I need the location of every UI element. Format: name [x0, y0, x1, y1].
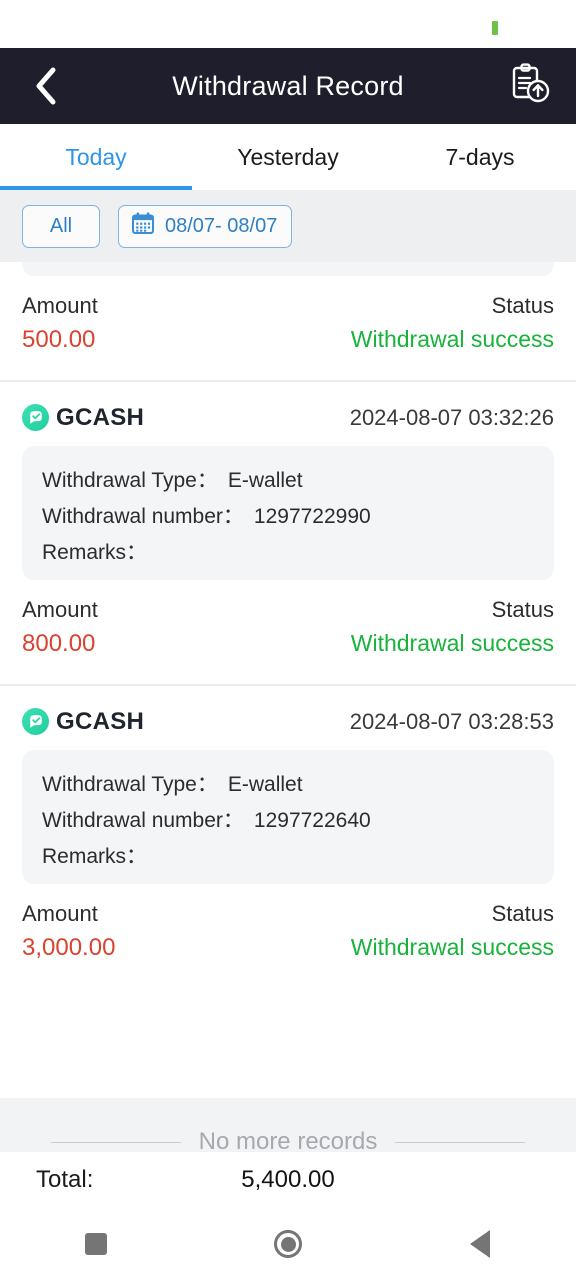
filter-all-chip[interactable]: All: [22, 204, 100, 248]
total-value: 5,400.00: [241, 1166, 335, 1193]
amount-value: 500.00: [22, 325, 96, 353]
record-header: GCASH 2024-08-07 03:28:53: [0, 686, 576, 744]
tab-today-label: Today: [65, 143, 127, 170]
divider-left: [50, 1141, 181, 1143]
remarks-row: Remarks：: [22, 536, 554, 566]
home-button[interactable]: [192, 1230, 384, 1258]
brand: GCASH: [22, 404, 144, 432]
tab-yesterday[interactable]: Yesterday: [192, 124, 384, 190]
back-button[interactable]: [0, 48, 92, 124]
record-header: GCASH 2024-08-07 03:32:26: [0, 382, 576, 440]
withdrawal-type-row: Withdrawal Type： E-wallet: [22, 768, 554, 804]
withdrawal-number-value: 1297722990: [253, 504, 371, 528]
chevron-left-icon: [32, 64, 60, 108]
amount-status-row: Amount 800.00 Status Withdrawal success: [0, 580, 576, 662]
remarks-label: Remarks：: [42, 844, 148, 868]
table-row[interactable]: GCASH 2024-08-07 03:28:53 Withdrawal Typ…: [0, 684, 576, 966]
status-bar: [0, 0, 576, 48]
status-caption: Status: [491, 293, 554, 318]
detail-card: Withdrawal Type： E-wallet Withdrawal num…: [22, 749, 554, 884]
date-range-chip[interactable]: 08/07- 08/07: [118, 204, 293, 248]
phone-screen: Withdrawal Record Today Yesterday 7-days…: [0, 0, 576, 1280]
android-nav-bar: [0, 1208, 576, 1280]
record-timestamp: 2024-08-07 03:32:26: [349, 404, 554, 430]
status-badge: Withdrawal success: [350, 325, 554, 352]
amount-status-row: Amount 500.00 Status Withdrawal success: [0, 276, 576, 358]
amount-value: 3,000.00: [22, 933, 116, 961]
amount-value: 800.00: [22, 629, 96, 657]
withdrawal-type-label: Withdrawal Type：: [42, 468, 218, 492]
withdrawal-number-label: Withdrawal number：: [42, 504, 244, 528]
status-caption: Status: [491, 900, 554, 926]
brand-name: GCASH: [56, 403, 145, 431]
filter-bar: All 08/07- 08/07: [0, 190, 576, 262]
brand-name: GCASH: [56, 707, 145, 735]
withdrawal-request-button[interactable]: [484, 48, 576, 124]
total-bar: Total: 5,400.00: [0, 1152, 576, 1208]
withdrawal-number-value: 1297722640: [253, 808, 371, 832]
withdrawal-type-label: Withdrawal Type：: [42, 772, 218, 796]
period-tabs: Today Yesterday 7-days: [0, 124, 576, 190]
status-caption: Status: [491, 596, 554, 622]
list-end-strip: No more records: [0, 1098, 576, 1156]
withdrawal-number-label: Withdrawal number：: [42, 808, 244, 832]
status-badge: Withdrawal success: [350, 933, 554, 960]
withdrawal-type-value: E-wallet: [227, 468, 303, 492]
calendar-icon: [131, 211, 155, 241]
app-header: Withdrawal Record: [0, 48, 576, 124]
tab-yesterday-label: Yesterday: [237, 143, 339, 170]
withdrawal-number-row: Withdrawal number： 1297722990: [22, 500, 554, 536]
withdrawal-type-value: E-wallet: [227, 772, 303, 796]
detail-card-clipped: [22, 262, 554, 276]
amount-caption: Amount: [22, 596, 98, 622]
tab-7-days[interactable]: 7-days: [384, 124, 576, 190]
table-row[interactable]: Amount 500.00 Status Withdrawal success: [0, 262, 576, 381]
clipboard-upload-icon: [510, 62, 550, 110]
detail-card: Withdrawal Type： E-wallet Withdrawal num…: [22, 445, 554, 580]
gcash-logo-icon: [22, 708, 49, 736]
amount-status-row: Amount 3,000.00 Status Withdrawal succes…: [0, 884, 576, 966]
remarks-label: Remarks：: [42, 540, 148, 564]
filter-all-label: All: [49, 214, 73, 237]
status-badge: Withdrawal success: [350, 629, 554, 656]
page-title: Withdrawal Record: [172, 70, 404, 101]
divider-right: [395, 1141, 526, 1143]
recents-button[interactable]: [0, 1233, 192, 1255]
record-timestamp: 2024-08-07 03:28:53: [349, 708, 554, 734]
nav-back-button[interactable]: [384, 1230, 576, 1258]
green-bar-icon: [492, 21, 498, 35]
circle-icon: [274, 1230, 302, 1258]
amount-caption: Amount: [22, 293, 98, 318]
date-range-label: 08/07- 08/07: [165, 214, 278, 237]
square-icon: [85, 1233, 107, 1255]
brand: GCASH: [22, 708, 144, 736]
table-row[interactable]: GCASH 2024-08-07 03:32:26 Withdrawal Typ…: [0, 380, 576, 685]
gcash-logo-icon: [22, 404, 49, 432]
triangle-back-icon: [470, 1230, 490, 1258]
amount-caption: Amount: [22, 900, 98, 926]
tab-today[interactable]: Today: [0, 124, 192, 190]
withdrawal-record-list[interactable]: Amount 500.00 Status Withdrawal success: [0, 262, 576, 1098]
withdrawal-type-row: Withdrawal Type： E-wallet: [22, 464, 554, 500]
remarks-row: Remarks：: [22, 840, 554, 870]
tab-7-days-label: 7-days: [445, 143, 515, 170]
withdrawal-number-row: Withdrawal number： 1297722640: [22, 804, 554, 840]
